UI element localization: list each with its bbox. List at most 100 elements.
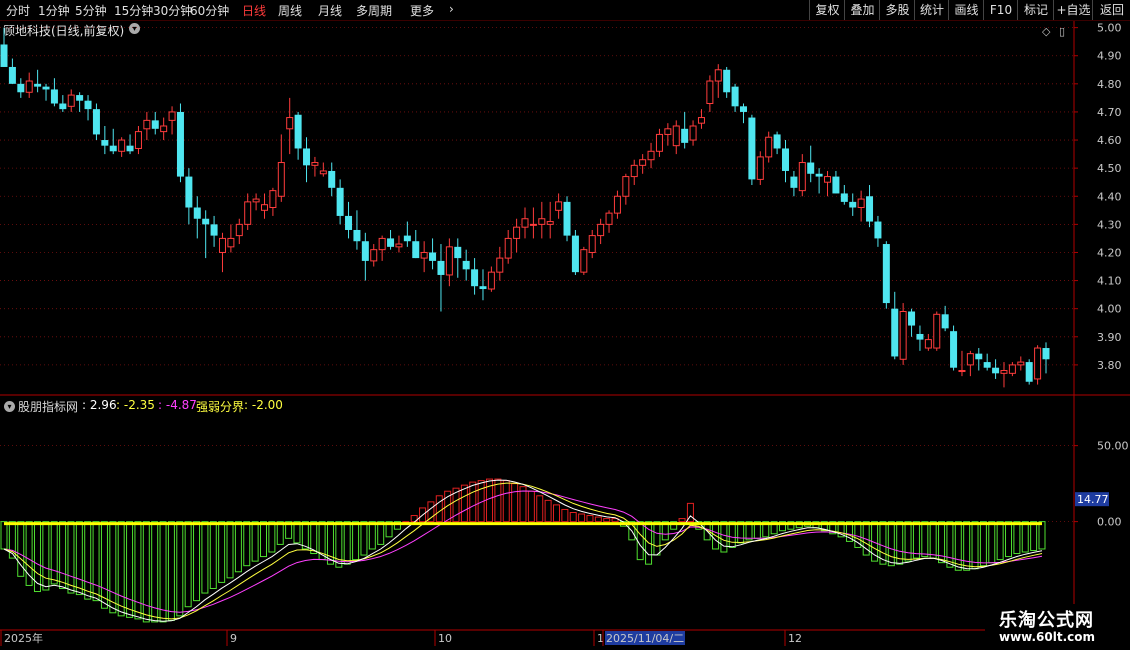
indicator-value-yellow: : -2.35 <box>116 398 155 412</box>
histogram-bar <box>1038 521 1046 550</box>
histogram-bar <box>268 521 276 553</box>
candle-body <box>807 162 815 174</box>
candle-body <box>286 117 294 130</box>
candle-body <box>76 95 84 101</box>
candle-body <box>882 244 890 304</box>
histogram-bar <box>603 518 611 523</box>
candle-body <box>546 221 554 225</box>
price-tick-label-7: 4.30 <box>1097 218 1122 231</box>
indicator-label-boundary: 强弱分界 <box>196 400 245 414</box>
candle-body <box>899 310 907 360</box>
histogram-bar <box>193 521 201 602</box>
candle-body <box>605 212 613 225</box>
histogram-bar <box>427 501 435 523</box>
histogram-bar <box>996 521 1004 561</box>
price-tick-label-6: 4.40 <box>1097 190 1122 203</box>
histogram-bar <box>184 521 192 608</box>
candle-body <box>689 125 697 141</box>
candle-body <box>420 251 428 259</box>
candle-body <box>412 241 420 259</box>
histogram-bar <box>552 504 560 523</box>
candle-body <box>555 201 563 211</box>
candle-body <box>639 159 647 166</box>
histogram-bar <box>67 521 75 594</box>
candle-body <box>765 136 773 158</box>
candle-body <box>798 162 806 192</box>
watermark-title: 乐淘公式网 <box>999 610 1094 631</box>
histogram-bar <box>728 521 736 548</box>
diamond-icon: ◇ <box>1042 25 1051 38</box>
histogram-bar <box>368 521 376 550</box>
candle-body <box>42 86 50 90</box>
candle-body <box>504 237 512 259</box>
histogram-bar <box>502 480 510 523</box>
candle-body <box>563 201 571 236</box>
candle-body <box>487 271 495 290</box>
histogram-bar <box>260 521 267 558</box>
candle-body <box>824 176 832 183</box>
histogram-bar <box>301 521 309 550</box>
chevron-down-icon[interactable]: ▾ <box>4 401 15 412</box>
candle-body <box>672 125 680 147</box>
price-tick-label-2: 4.80 <box>1097 78 1122 91</box>
histogram-bar <box>0 521 8 550</box>
candle-body <box>790 176 798 188</box>
candle-body <box>664 128 672 135</box>
histogram-bar <box>1013 521 1021 555</box>
price-tick-label-10: 4.00 <box>1097 303 1122 316</box>
histogram-bar <box>117 521 125 617</box>
candle-body <box>118 139 126 152</box>
candle-body <box>319 170 327 175</box>
candle-body <box>445 246 453 276</box>
candle-body <box>832 176 840 194</box>
histogram-bar <box>209 521 217 589</box>
candle-body <box>277 162 285 197</box>
candle-body <box>748 117 756 180</box>
candle-body <box>101 140 109 146</box>
histogram-bar <box>653 521 661 556</box>
candle-body <box>975 353 983 360</box>
histogram-bar <box>460 484 468 523</box>
histogram-bar <box>1030 521 1038 551</box>
candle-body <box>496 257 504 273</box>
candle-body <box>25 80 33 93</box>
candle-body <box>134 131 142 149</box>
price-tick-label-1: 4.90 <box>1097 50 1122 63</box>
candle-body <box>84 100 92 110</box>
price-tick-label-9: 4.10 <box>1097 275 1122 288</box>
ind-tick-label-0: 50.00 <box>1097 440 1129 453</box>
candle-body <box>109 145 117 152</box>
histogram-bar <box>963 521 971 571</box>
candle-body <box>193 207 201 219</box>
indicator-value-boundary: : -2.00 <box>244 398 283 412</box>
histogram-bar <box>954 521 962 571</box>
candle-body <box>462 260 470 270</box>
candle-body <box>739 106 747 112</box>
candle-body <box>378 237 386 251</box>
candle-body <box>202 218 210 225</box>
candle-body <box>479 286 487 290</box>
histogram-bar <box>527 490 535 523</box>
histogram-bar <box>912 521 920 559</box>
x-tick-label-4: 2025/11/04/二 <box>606 632 684 645</box>
histogram-bar <box>636 521 644 561</box>
candle-body <box>176 111 184 177</box>
candle-body <box>328 170 336 188</box>
histogram-bar <box>569 512 577 523</box>
candle-body <box>992 367 1000 374</box>
histogram-bar <box>92 521 100 602</box>
kline-chart: 5.00 4.90 4.80 4.70 4.60 4.50 4.40 4.30 4.20 4.10… <box>0 21 1130 650</box>
histogram-bar <box>343 521 351 565</box>
candle-body <box>706 80 714 105</box>
histogram-bar <box>142 521 150 623</box>
indicator-name: 股朋指标网 <box>18 400 79 414</box>
candle-body <box>1008 364 1016 374</box>
histogram-bar <box>75 521 83 596</box>
candle-body <box>983 362 991 368</box>
candle-body <box>303 148 311 166</box>
histogram-bar <box>100 521 108 609</box>
indicator-value-magenta: : -4.87 <box>158 398 197 412</box>
candle-body <box>958 370 966 373</box>
candle-body <box>622 176 630 197</box>
candle-body <box>8 66 16 84</box>
